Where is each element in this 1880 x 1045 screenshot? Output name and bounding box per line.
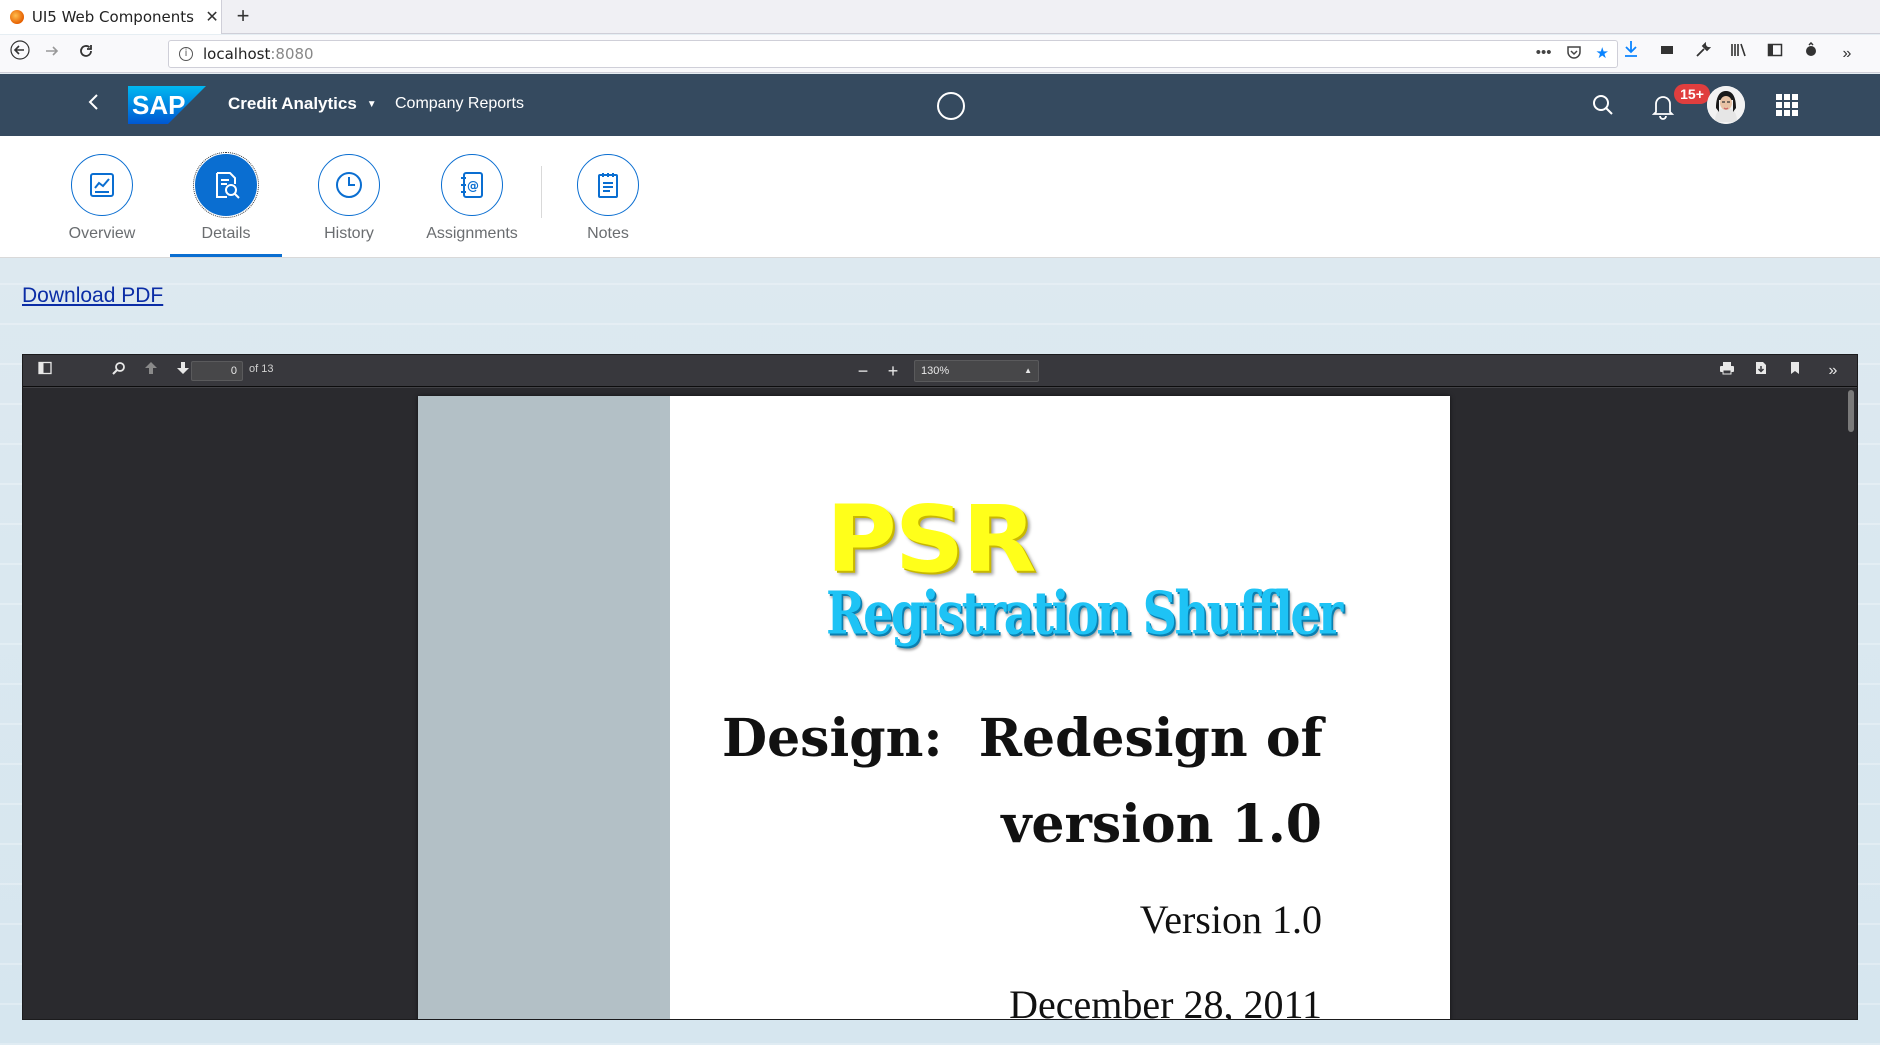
vertical-scrollbar[interactable] — [1845, 388, 1857, 1019]
icon-tab-bar: Overview Details History @ Assignments N… — [0, 136, 1880, 258]
tools-chevrons-icon[interactable]: » — [1823, 361, 1843, 381]
notes-icon — [577, 154, 639, 216]
sap-logo[interactable]: SAP — [128, 86, 206, 124]
main-content: Download PDF 0 of 13 − + 130% ▲▼ — [0, 258, 1880, 1045]
zoom-in-icon[interactable]: + — [883, 361, 903, 381]
url-text: localhost:8080 — [203, 45, 314, 63]
sidebar-toggle-icon[interactable] — [1764, 40, 1786, 68]
tab-label: Assignments — [426, 225, 518, 242]
tab-details[interactable]: Details — [171, 152, 281, 243]
bookmark-star-icon[interactable]: ★ — [1596, 44, 1609, 64]
firefox-favicon-icon — [10, 10, 24, 24]
overview-chart-icon — [71, 154, 133, 216]
close-tab-icon[interactable]: ✕ — [203, 7, 221, 27]
next-page-icon[interactable] — [173, 361, 193, 381]
notification-count-badge: 15+ — [1674, 84, 1710, 104]
forward-arrow-icon[interactable] — [38, 40, 66, 68]
previous-page-icon[interactable] — [141, 361, 161, 381]
overflow-chevrons-icon[interactable]: » — [1836, 40, 1858, 68]
new-tab-button[interactable]: + — [230, 3, 256, 29]
extension-icon[interactable] — [1656, 40, 1678, 68]
detail-view-icon — [193, 152, 259, 218]
search-icon[interactable] — [1590, 92, 1616, 118]
download-file-icon[interactable] — [1751, 361, 1771, 381]
notifications-bell-icon[interactable] — [1650, 92, 1676, 120]
toggle-sidebar-icon[interactable] — [35, 361, 55, 381]
document-title: Design: Redesign of version 1.0 — [722, 708, 1323, 855]
svg-text:SAP: SAP — [132, 90, 185, 120]
browser-tab-title: UI5 Web Components Be — [31, 8, 195, 26]
history-icon — [318, 154, 380, 216]
zoom-select[interactable]: 130% ▲▼ — [914, 360, 1039, 395]
find-search-icon[interactable] — [109, 361, 129, 381]
address-book-icon: @ — [441, 154, 503, 216]
pdf-toolbar: 0 of 13 − + 130% ▲▼ » — [23, 355, 1857, 395]
tab-notes[interactable]: Notes — [553, 154, 663, 243]
primary-title: Credit Analytics — [228, 94, 357, 113]
downloads-icon[interactable] — [1620, 40, 1642, 68]
print-icon[interactable] — [1717, 361, 1737, 381]
tab-history[interactable]: History — [294, 154, 404, 243]
reload-icon[interactable] — [72, 40, 100, 68]
addon-icon[interactable] — [1800, 40, 1822, 68]
pocket-icon[interactable] — [1566, 44, 1582, 64]
browser-tab[interactable]: UI5 Web Components Be ✕ — [0, 0, 222, 34]
site-info-icon[interactable]: i — [179, 47, 193, 61]
tab-separator — [541, 166, 542, 218]
zoom-out-icon[interactable]: − — [853, 361, 873, 381]
secondary-title: Company Reports — [395, 95, 524, 112]
document-version: Version 1.0 — [1139, 897, 1322, 942]
back-button[interactable] — [80, 90, 108, 120]
wrench-icon[interactable] — [1692, 40, 1714, 68]
tab-label: Notes — [587, 225, 629, 242]
document-date: December 28, 2011 — [1009, 982, 1322, 1020]
tab-overview[interactable]: Overview — [47, 154, 157, 243]
url-bar[interactable]: i localhost:8080 ••• ★ — [168, 40, 1618, 68]
tab-assignments[interactable]: @ Assignments — [417, 154, 527, 243]
svg-text:@: @ — [467, 179, 479, 193]
selected-tab-indicator — [170, 254, 282, 257]
dropdown-caret-icon: ▼ — [366, 98, 377, 110]
tab-label: Overview — [68, 225, 136, 242]
tab-label: History — [324, 225, 374, 242]
user-avatar[interactable] — [1707, 86, 1745, 124]
download-pdf-link[interactable]: Download PDF — [22, 284, 163, 308]
browser-tab-bar: UI5 Web Components Be ✕ + — [0, 0, 1880, 34]
page-number-input[interactable]: 0 — [191, 361, 243, 381]
page-count: of 13 — [249, 363, 274, 375]
product-switch-grid-icon[interactable] — [1776, 94, 1798, 116]
scrollbar-thumb[interactable] — [1848, 390, 1854, 432]
back-arrow-icon[interactable] — [6, 40, 34, 68]
page-actions-icon[interactable]: ••• — [1536, 44, 1552, 64]
primary-title-menu[interactable]: Credit Analytics ▼ — [228, 94, 377, 114]
pdf-page: PSR Registration Shuffler Design: Redesi… — [418, 396, 1450, 1020]
tab-label: Details — [201, 225, 251, 242]
zoom-value: 130% — [921, 365, 950, 377]
pdf-viewport[interactable]: PSR Registration Shuffler Design: Redesi… — [23, 388, 1857, 1020]
psr-logo: PSR Registration Shuffler — [826, 486, 1343, 648]
library-icon[interactable] — [1728, 40, 1750, 68]
browser-nav-bar: i localhost:8080 ••• ★ » — [0, 35, 1880, 73]
shell-bar: SAP Credit Analytics ▼ Company Reports 1… — [0, 74, 1880, 136]
copilot-icon[interactable] — [937, 92, 965, 120]
bookmark-icon[interactable] — [1785, 361, 1805, 381]
pdf-viewer: 0 of 13 − + 130% ▲▼ » PSR — [22, 354, 1858, 1020]
page-side-band — [418, 396, 670, 1019]
